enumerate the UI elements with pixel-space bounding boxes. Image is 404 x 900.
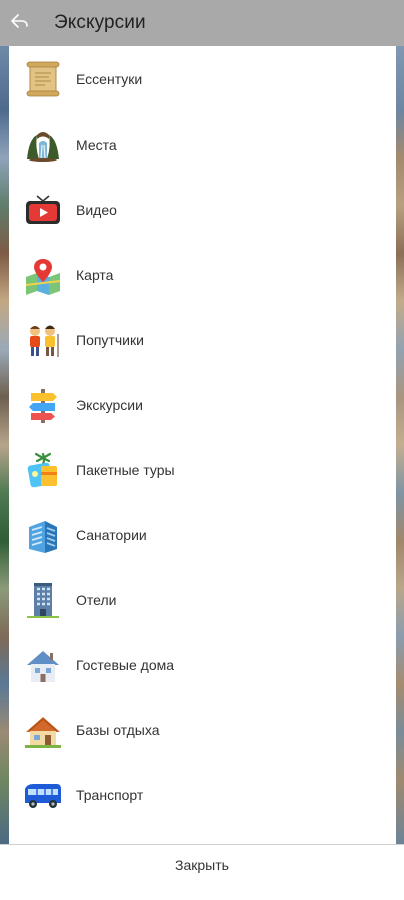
landmark-icon <box>23 125 63 165</box>
package-tour-icon <box>23 450 63 490</box>
menu-item-guest-houses[interactable]: Гостевые дома <box>9 632 396 697</box>
menu-item-transport[interactable]: Транспорт <box>9 762 396 827</box>
menu-list: Ессентуки Места Видео Карта Попутчики Эк… <box>9 46 396 827</box>
background-image-left <box>0 46 9 844</box>
bottom-bar: Закрыть <box>0 844 404 900</box>
app-bar: Экскурсии <box>0 0 404 46</box>
menu-item-label: Карта <box>76 266 114 283</box>
menu-item-label: Места <box>76 136 117 153</box>
menu-item-sanatoriums[interactable]: Санатории <box>9 502 396 567</box>
video-player-icon <box>23 190 63 230</box>
menu-item-recreation-bases[interactable]: Базы отдыха <box>9 697 396 762</box>
back-button[interactable] <box>0 0 40 46</box>
scroll-icon <box>23 59 63 99</box>
menu-item-hotels[interactable]: Отели <box>9 567 396 632</box>
menu-item-excursions[interactable]: Экскурсии <box>9 372 396 437</box>
menu-item-label: Отели <box>76 591 117 608</box>
menu-item-essentuki[interactable]: Ессентуки <box>9 46 396 112</box>
sanatorium-building-icon <box>23 515 63 555</box>
back-arrow-icon <box>10 13 30 34</box>
bus-icon <box>23 775 63 815</box>
menu-item-label: Гостевые дома <box>76 656 175 673</box>
menu-item-label: Экскурсии <box>76 396 143 413</box>
travelers-icon <box>23 320 63 360</box>
cottage-icon <box>23 710 63 750</box>
menu-item-package-tours[interactable]: Пакетные туры <box>9 437 396 502</box>
menu-item-label: Попутчики <box>76 331 144 348</box>
hotel-building-icon <box>23 580 63 620</box>
signpost-icon <box>23 385 63 425</box>
menu-item-label: Ессентуки <box>76 71 143 87</box>
navigation-drawer: Ессентуки Места Видео Карта Попутчики Эк… <box>9 46 396 844</box>
guest-house-icon <box>23 645 63 685</box>
background-image-right <box>396 46 404 844</box>
page-title: Экскурсии <box>54 12 146 33</box>
menu-item-label: Видео <box>76 201 117 218</box>
menu-item-travel-companions[interactable]: Попутчики <box>9 307 396 372</box>
menu-item-label: Базы отдыха <box>76 721 160 738</box>
menu-item-label: Пакетные туры <box>76 461 175 478</box>
menu-item-video[interactable]: Видео <box>9 177 396 242</box>
menu-item-label: Транспорт <box>76 786 144 803</box>
close-button[interactable]: Закрыть <box>0 845 404 885</box>
menu-item-map[interactable]: Карта <box>9 242 396 307</box>
menu-item-label: Санатории <box>76 526 147 543</box>
menu-item-places[interactable]: Места <box>9 112 396 177</box>
map-pin-icon <box>23 255 63 295</box>
